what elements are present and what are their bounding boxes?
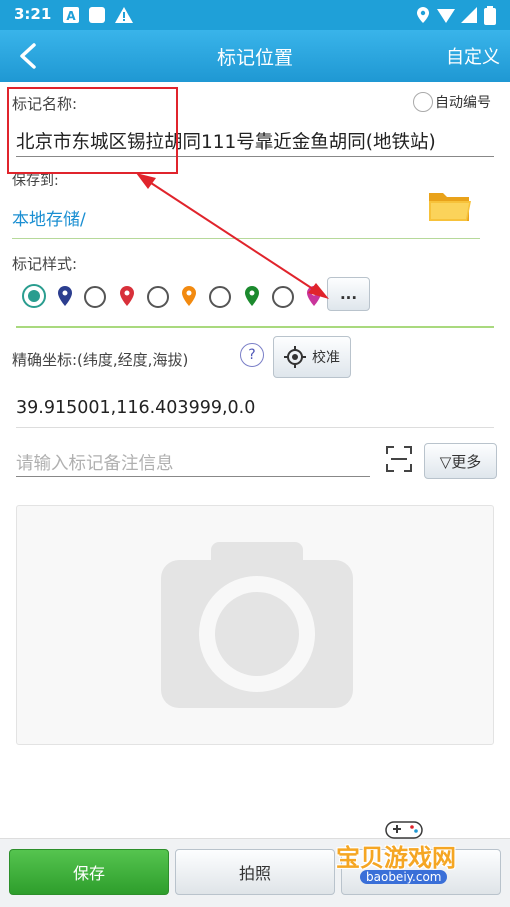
- annotation-arrow: [136, 173, 329, 299]
- watermark: 宝贝游戏网 baobeiy.com: [330, 818, 508, 888]
- save-button[interactable]: 保存: [9, 849, 169, 895]
- photo-button[interactable]: 拍照: [175, 849, 335, 895]
- watermark-title: 宝贝游戏网: [336, 844, 456, 872]
- gamepad-icon: [385, 821, 423, 839]
- watermark-url: baobeiy.com: [360, 870, 448, 884]
